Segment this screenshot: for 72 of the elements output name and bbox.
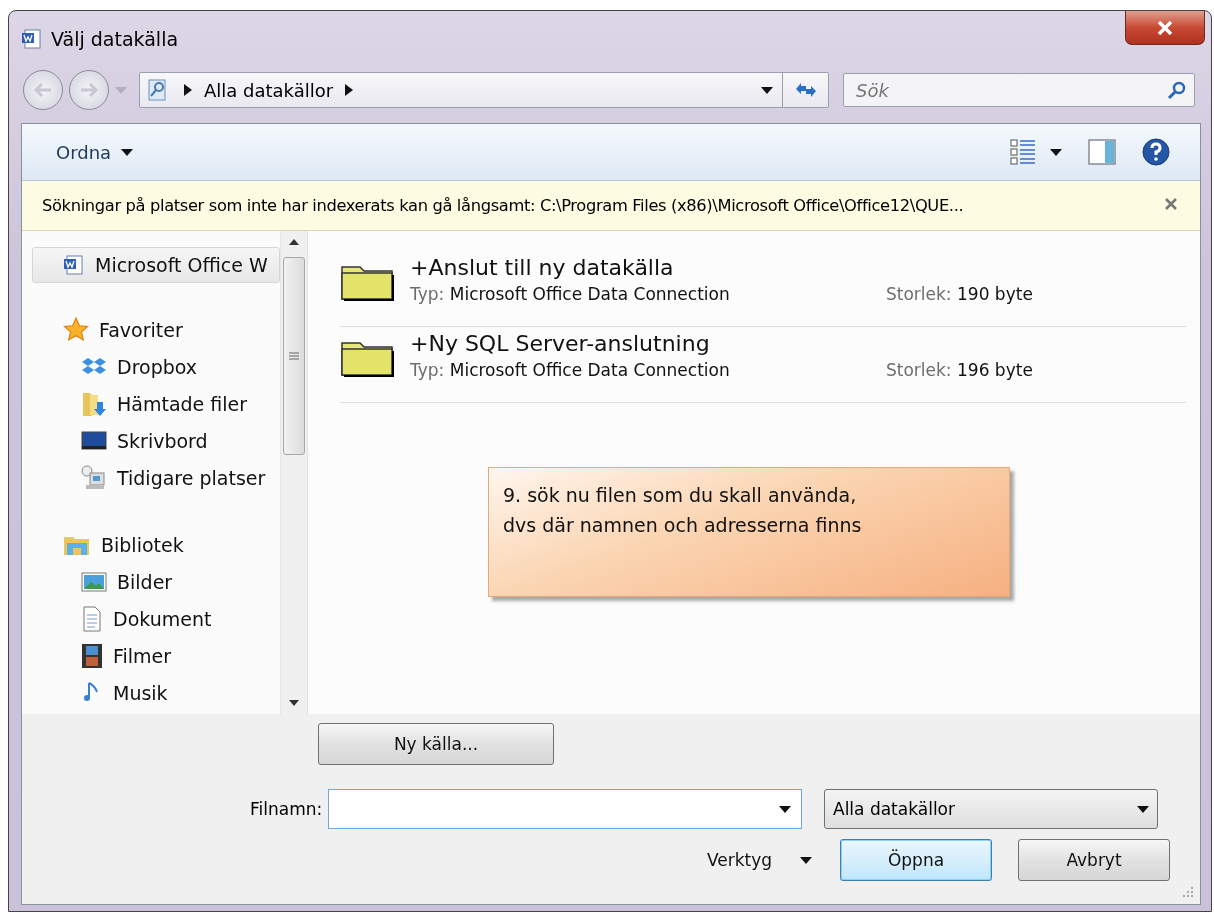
sidebar-item[interactable]: Microsoft Office W <box>32 247 280 283</box>
scroll-thumb[interactable] <box>283 257 305 455</box>
filename-field[interactable] <box>328 789 802 829</box>
scrollbar[interactable] <box>280 231 307 714</box>
close-icon <box>1164 197 1178 211</box>
star-icon <box>63 316 89 343</box>
sidebar-item[interactable]: Bilder <box>22 563 280 600</box>
recent-places-icon <box>81 464 107 491</box>
close-icon <box>1157 20 1173 35</box>
sidebar-item[interactable]: Hämtade filer <box>22 385 280 422</box>
caret-icon <box>121 148 134 156</box>
type-label: Typ: <box>410 284 445 304</box>
organize-menu-button[interactable]: Ordna <box>50 137 140 167</box>
sidebar-item[interactable]: Dropbox <box>22 348 280 385</box>
picture-icon <box>81 570 107 593</box>
forward-arrow-icon <box>79 82 99 98</box>
cancel-button[interactable]: Avbryt <box>1018 839 1170 881</box>
file-type-dropdown[interactable]: Alla datakällor <box>824 789 1158 829</box>
file-row[interactable]: +Anslut till ny datakälla Typ: Microsoft Office Data Connection Storlek: 190 byte <box>340 251 1186 327</box>
forward-button[interactable] <box>69 70 109 110</box>
close-button[interactable] <box>1125 11 1205 45</box>
note-text: 9. sök nu filen som du skall använda, <box>503 484 858 506</box>
back-arrow-icon <box>33 82 53 98</box>
file-name: +Ny SQL Server-anslutning <box>410 331 711 356</box>
address-bar[interactable]: Alla datakällor <box>139 72 829 108</box>
info-message: Sökningar på platser som inte har indexerats kan gå långsamt: C:\Program Files (x86)\Microsoft Office\Office12\QUE... <box>42 196 965 215</box>
size-label: Storlek: <box>886 360 952 380</box>
file-type: Microsoft Office Data Connection <box>449 360 730 380</box>
new-source-button[interactable]: Ny källa... <box>318 723 554 765</box>
caret-icon <box>779 805 791 813</box>
search-icon <box>1167 80 1187 100</box>
sidebar-item[interactable]: Filmer <box>22 637 280 674</box>
file-size: 196 byte <box>957 360 1033 380</box>
refresh-arrows-icon <box>793 81 818 99</box>
document-icon <box>63 254 85 276</box>
sidebar-item[interactable]: Tidigare platser <box>22 459 280 496</box>
sidebar-item[interactable]: Favoriter <box>22 311 280 348</box>
file-type: Microsoft Office Data Connection <box>449 284 730 304</box>
sidebar-item[interactable]: Musik <box>22 674 280 711</box>
file-name: +Anslut till ny datakälla <box>410 255 675 280</box>
sidebar-item[interactable]: Dokument <box>22 600 280 637</box>
document-icon <box>21 28 43 50</box>
sidebar-item[interactable]: Skrivbord <box>22 422 280 459</box>
document-icon <box>81 605 103 632</box>
caret-icon <box>800 856 812 864</box>
help-icon <box>1142 138 1170 166</box>
film-icon <box>81 642 103 669</box>
resize-grip-icon[interactable] <box>1182 886 1194 898</box>
window-title: Välj datakälla <box>51 28 179 50</box>
back-button[interactable] <box>23 70 63 110</box>
chevron-icon <box>184 84 192 96</box>
caret-icon <box>761 86 773 94</box>
breadcrumb[interactable]: Alla datakällor <box>204 79 334 101</box>
search-field[interactable]: Sök <box>843 73 1195 107</box>
up-arrow-icon <box>289 239 299 245</box>
file-row[interactable]: +Ny SQL Server-anslutning Typ: Microsoft Office Data Connection Storlek: 196 byte <box>340 327 1186 403</box>
grip-icon <box>289 351 299 361</box>
type-label: Typ: <box>410 360 445 380</box>
down-arrow-icon <box>289 700 299 706</box>
preview-pane-icon <box>1088 139 1116 165</box>
monitor-icon <box>81 429 107 452</box>
filename-label: Filnamn: <box>250 799 320 819</box>
open-button[interactable]: Öppna <box>840 839 992 881</box>
file-size: 190 byte <box>957 284 1033 304</box>
caret-icon <box>1137 805 1149 813</box>
tools-menu-button[interactable]: Verktyg <box>706 839 812 881</box>
sidebar-item[interactable]: Bibliotek <box>22 526 280 563</box>
chevron-icon <box>345 84 354 96</box>
size-label: Storlek: <box>886 284 952 304</box>
note-text: dvs där namnen och adresserna finns <box>503 514 863 536</box>
caret-icon <box>1050 148 1062 156</box>
details-view-icon <box>1010 138 1036 166</box>
